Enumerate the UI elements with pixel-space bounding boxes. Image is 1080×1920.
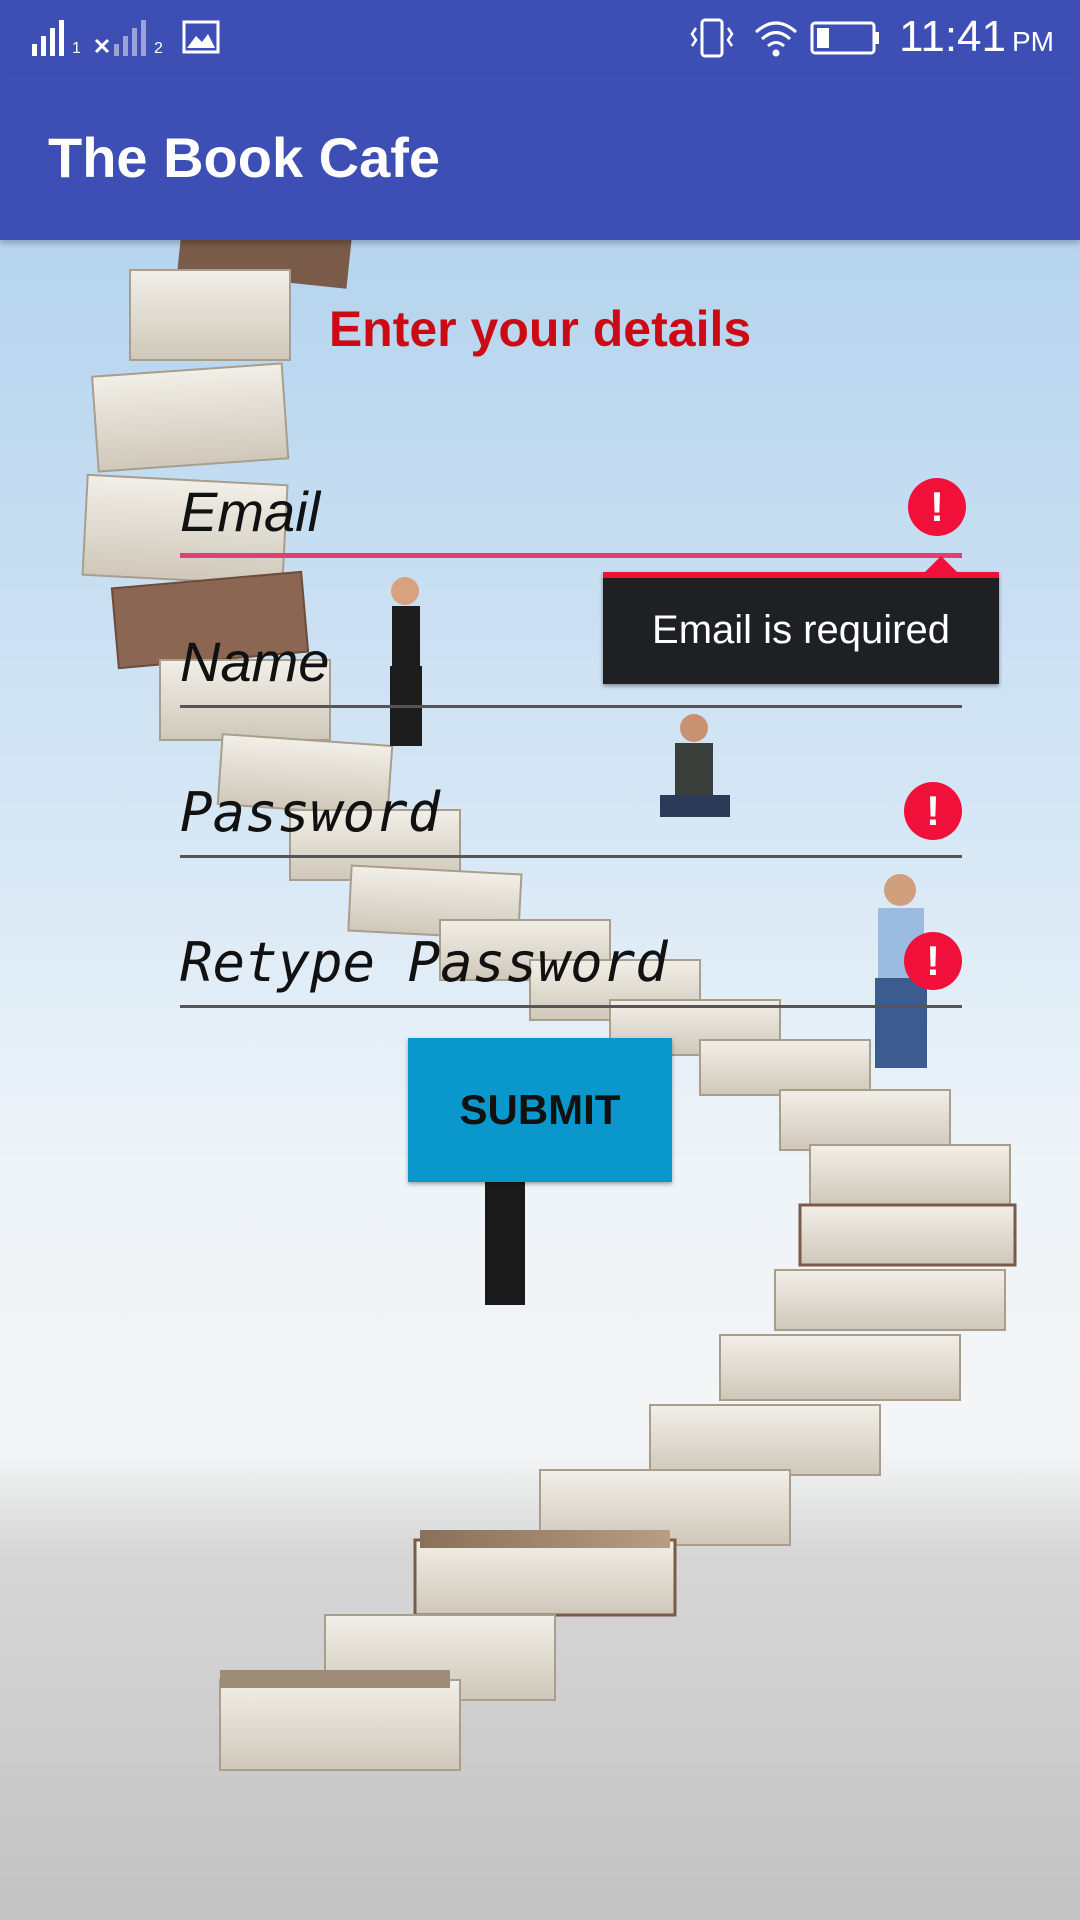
error-tooltip: Email is required xyxy=(603,556,999,684)
status-bar: 1 2 11:41 PM xyxy=(0,0,1080,75)
password-underline xyxy=(180,855,962,858)
error-tooltip-text: Email is required xyxy=(652,608,950,652)
email-underline xyxy=(180,553,962,558)
retype-password-underline xyxy=(180,1005,962,1008)
retype-password-hint: Retype Password xyxy=(180,931,668,994)
sim2-label: 2 xyxy=(154,40,163,57)
name-underline xyxy=(180,705,962,708)
image-icon xyxy=(182,20,220,54)
email-field[interactable]: Email ! xyxy=(180,468,966,558)
clock-time: 11:41 xyxy=(899,12,1006,61)
retype-password-field[interactable]: Retype Password ! xyxy=(180,918,962,1008)
app-bar: The Book Cafe xyxy=(0,75,1080,240)
app-title: The Book Cafe xyxy=(48,126,441,189)
clock-ampm: PM xyxy=(1012,26,1054,57)
battery-icon xyxy=(810,21,879,55)
wifi-icon xyxy=(754,21,798,57)
name-hint: Name xyxy=(180,630,330,693)
password-field[interactable]: Password ! xyxy=(180,768,962,858)
password-error-icon[interactable]: ! xyxy=(904,782,962,840)
email-error-icon[interactable]: ! xyxy=(908,478,966,536)
sim1-label: 1 xyxy=(72,40,81,57)
clock: 11:41 PM xyxy=(899,12,1054,62)
submit-button[interactable]: SUBMIT xyxy=(408,1038,672,1182)
tooltip-arrow xyxy=(925,556,957,572)
password-hint: Password xyxy=(180,781,441,844)
vibrate-icon xyxy=(690,18,734,58)
retype-password-error-icon[interactable]: ! xyxy=(904,932,962,990)
form-heading: Enter your details xyxy=(328,301,752,357)
email-hint: Email xyxy=(180,480,321,543)
